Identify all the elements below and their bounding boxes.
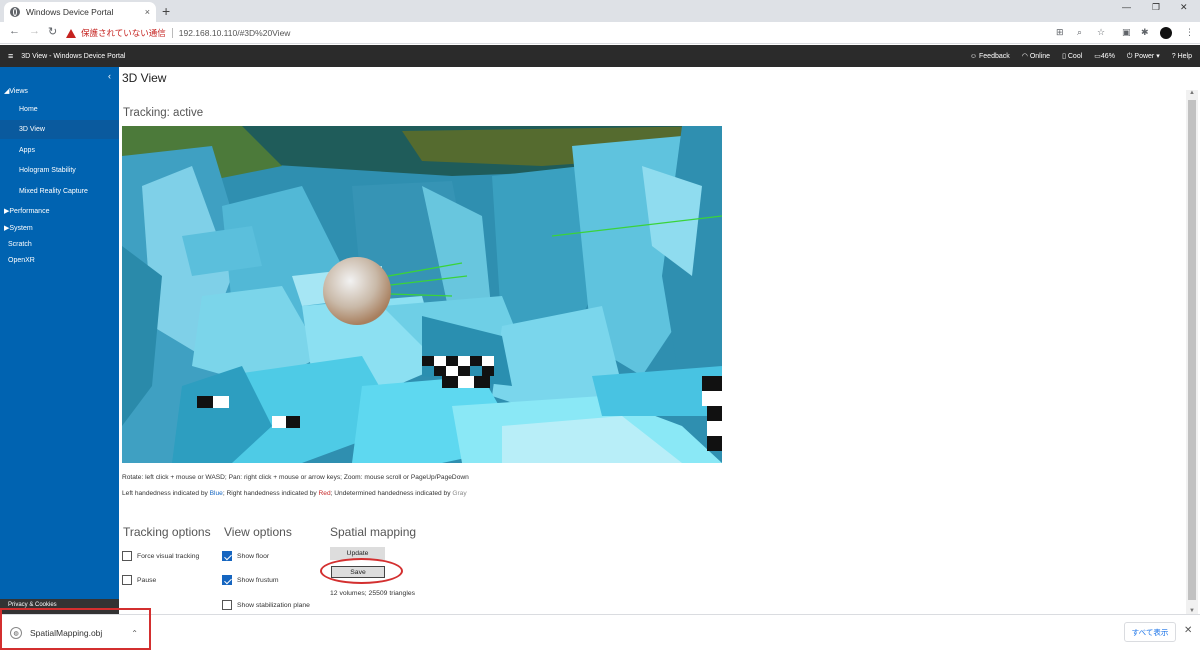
annotation-circle	[320, 558, 403, 584]
translate-icon[interactable]: ⊞	[1056, 27, 1064, 38]
show-floor-option[interactable]: Show floor	[222, 551, 269, 561]
sidebar: ‹ ◢Views Home 3D View Apps Hologram Stab…	[0, 67, 119, 614]
power-label: Power ▾	[1134, 52, 1160, 60]
scroll-up-icon[interactable]: ▲	[1189, 90, 1195, 96]
profile-avatar[interactable]	[1160, 27, 1172, 39]
show-floor-label: Show floor	[237, 552, 270, 560]
pause-checkbox[interactable]	[122, 575, 132, 585]
minimize-icon[interactable]: —	[1122, 2, 1131, 12]
battery-status[interactable]: ▭46%	[1094, 52, 1115, 60]
nav-item-mixed-reality-capture[interactable]: Mixed Reality Capture	[0, 182, 119, 201]
page-scrollbar[interactable]: ▲ ▼	[1186, 90, 1198, 614]
browser-toolbar: ← → ↻ 保護されていない通信 192.168.10.110/#3D%20Vi…	[0, 22, 1200, 44]
device-sphere	[323, 257, 391, 325]
controls-help-text: Rotate: left click + mouse or WASD; Pan:…	[122, 474, 469, 481]
extension-shield-icon[interactable]: ▣	[1122, 27, 1131, 38]
hamburger-menu-icon[interactable]: ≡	[8, 51, 13, 61]
tracking-options-heading: Tracking options	[123, 525, 211, 539]
collapse-sidebar-icon[interactable]: ‹	[108, 71, 111, 81]
help-red: Red	[318, 490, 331, 497]
close-download-bar-icon[interactable]: ✕	[1184, 625, 1192, 636]
battery-label: 46%	[1100, 53, 1115, 60]
nav-item-apps[interactable]: Apps	[0, 141, 119, 160]
help-button[interactable]: ? Help	[1172, 53, 1192, 60]
extensions-puzzle-icon[interactable]: ✱	[1141, 27, 1149, 38]
show-frustum-checkbox[interactable]	[222, 575, 232, 585]
close-window-icon[interactable]: ✕	[1180, 2, 1188, 13]
3d-viewport[interactable]	[122, 126, 722, 463]
back-icon[interactable]: ←	[9, 25, 20, 37]
bookmark-star-icon[interactable]: ☆	[1097, 27, 1105, 38]
help-label: Help	[1177, 52, 1192, 60]
help-mid2: ; Undetermined handedness indicated by	[330, 490, 453, 497]
tab-title: Windows Device Portal	[26, 7, 114, 17]
help-gray: Gray	[452, 490, 467, 497]
nav-group-views[interactable]: ◢Views	[0, 81, 119, 100]
feedback-button[interactable]: ☺ Feedback	[970, 53, 1010, 60]
show-frustum-label: Show frustum	[237, 576, 279, 584]
power-menu[interactable]: ⏻ Power ▾	[1127, 52, 1160, 61]
show-stabilization-plane-option[interactable]: Show stabilization plane	[222, 600, 310, 610]
mesh-stats: 12 volumes; 25509 triangles	[330, 590, 416, 597]
restore-icon[interactable]: ❐	[1152, 2, 1160, 13]
nav-item-home[interactable]: Home	[0, 100, 119, 119]
help-mid: ; Right handedness indicated by	[222, 490, 319, 497]
thermal-label: Cool	[1067, 53, 1083, 60]
online-status[interactable]: ◠ Online	[1022, 52, 1050, 60]
not-secure-label: 保護されていない通信	[81, 28, 166, 38]
scrollbar-thumb[interactable]	[1188, 100, 1196, 600]
online-label: Online	[1029, 53, 1051, 60]
help-pre: Left handedness indicated by	[122, 490, 210, 497]
wifi-icon: ◠	[1021, 53, 1028, 60]
forward-icon[interactable]: →	[29, 25, 40, 37]
show-all-downloads-button[interactable]: すべて表示	[1124, 622, 1176, 642]
battery-icon: ▭	[1094, 53, 1101, 60]
help-blue: Blue	[209, 490, 223, 497]
zoom-icon[interactable]: ⌕	[1077, 27, 1082, 38]
spatial-mesh-render	[122, 126, 722, 463]
browser-tab-strip: Windows Device Portal × + — ❐ ✕	[0, 0, 1200, 22]
power-icon: ⏻	[1126, 52, 1133, 60]
handedness-help-text: Left handedness indicated by Blue; Right…	[122, 490, 467, 497]
url-text: 192.168.10.110/#3D%20View	[178, 28, 291, 38]
address-bar[interactable]: 保護されていない通信 192.168.10.110/#3D%20View	[66, 25, 1116, 41]
show-frustum-option[interactable]: Show frustum	[222, 575, 279, 585]
thermometer-icon: ▯	[1062, 53, 1066, 60]
show-stabilization-plane-checkbox[interactable]	[222, 600, 232, 610]
reload-icon[interactable]: ↻	[48, 25, 57, 38]
pause-option[interactable]: Pause	[122, 575, 156, 585]
view-options-heading: View options	[224, 525, 292, 539]
pause-label: Pause	[137, 576, 157, 584]
smiley-icon: ☺	[969, 52, 978, 60]
page-title: 3D View	[122, 71, 167, 85]
thermal-status[interactable]: ▯ Cool	[1062, 52, 1082, 60]
show-stabilization-plane-label: Show stabilization plane	[237, 601, 310, 609]
globe-icon	[10, 7, 20, 17]
app-header: ≡ 3D View - Windows Device Portal ☺ Feed…	[0, 45, 1200, 67]
nav-item-openxr[interactable]: OpenXR	[0, 251, 119, 270]
browser-menu-icon[interactable]: ⋮	[1185, 27, 1194, 38]
force-visual-tracking-checkbox[interactable]	[122, 551, 132, 561]
annotation-rectangle	[0, 608, 151, 650]
url-divider	[171, 28, 173, 38]
download-bar: ◍ SpatialMapping.obj ⌃	[0, 614, 1200, 650]
force-visual-tracking-option[interactable]: Force visual tracking	[122, 551, 199, 561]
app-title: 3D View - Windows Device Portal	[21, 52, 126, 60]
nav-item-3d-view[interactable]: 3D View	[0, 120, 119, 139]
feedback-label: Feedback	[979, 52, 1010, 60]
nav-item-hologram-stability[interactable]: Hologram Stability	[0, 161, 119, 180]
close-tab-icon[interactable]: ×	[145, 7, 150, 17]
force-visual-tracking-label: Force visual tracking	[137, 552, 200, 560]
warning-icon	[66, 28, 76, 38]
new-tab-button[interactable]: +	[162, 3, 170, 19]
tracking-status: Tracking: active	[123, 107, 204, 119]
spatial-mapping-heading: Spatial mapping	[330, 525, 417, 539]
help-icon: ?	[1171, 52, 1176, 60]
browser-tab[interactable]: Windows Device Portal ×	[4, 2, 156, 22]
show-floor-checkbox[interactable]	[222, 551, 232, 561]
